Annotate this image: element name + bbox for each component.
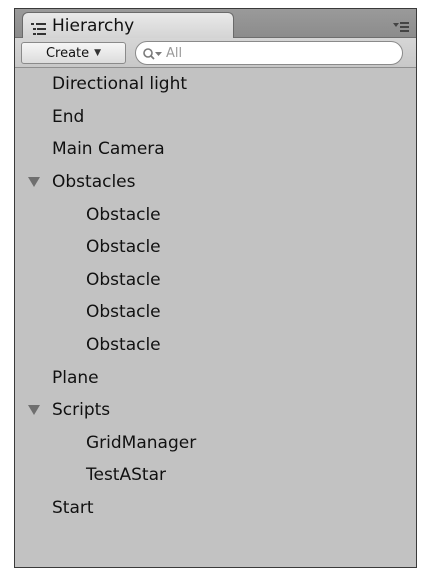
item-label: Scripts [52, 400, 111, 421]
list-item[interactable]: End [15, 101, 416, 134]
hierarchy-panel: Hierarchy Create ▼ All Directional light… [14, 8, 417, 568]
item-label: Obstacles [52, 172, 136, 193]
item-label: Main Camera [52, 139, 165, 160]
item-label: Obstacle [86, 269, 161, 290]
hierarchy-list: Directional light End Main Camera Obstac… [15, 68, 416, 524]
search-dropdown-icon[interactable] [142, 46, 164, 60]
tab-bar: Hierarchy [15, 9, 416, 39]
tab-hierarchy[interactable]: Hierarchy [22, 12, 234, 39]
list-item[interactable]: Directional light [15, 68, 416, 101]
list-item[interactable]: Scripts [15, 394, 416, 427]
expand-triangle-icon[interactable] [28, 176, 40, 187]
create-button[interactable]: Create ▼ [21, 42, 126, 64]
item-label: Obstacle [86, 237, 161, 258]
hierarchy-list-icon [31, 20, 46, 35]
item-label: Plane [52, 367, 99, 388]
tab-label: Hierarchy [52, 16, 135, 36]
list-item[interactable]: Obstacle [15, 329, 416, 362]
chevron-down-icon: ▼ [94, 48, 102, 58]
item-label: GridManager [86, 432, 197, 453]
panel-menu-icon[interactable] [393, 18, 409, 32]
list-item[interactable]: Obstacle [15, 198, 416, 231]
item-label: Obstacle [86, 302, 161, 323]
item-label: TestAStar [86, 465, 166, 486]
list-item[interactable]: GridManager [15, 427, 416, 460]
list-item[interactable]: Obstacle [15, 264, 416, 297]
create-button-label: Create [45, 45, 90, 61]
item-label: Obstacle [86, 204, 161, 225]
item-label: Obstacle [86, 335, 161, 356]
item-label: Start [52, 498, 94, 519]
list-item[interactable]: Obstacles [15, 166, 416, 199]
list-item[interactable]: Obstacle [15, 231, 416, 264]
item-label: End [52, 106, 85, 127]
list-item[interactable]: Start [15, 492, 416, 525]
search-field[interactable] [135, 41, 403, 65]
item-label: Directional light [52, 74, 188, 95]
list-item[interactable]: Obstacle [15, 296, 416, 329]
hierarchy-toolbar: Create ▼ [15, 38, 416, 68]
list-item[interactable]: Plane [15, 361, 416, 394]
search-input[interactable] [166, 45, 386, 61]
list-item[interactable]: TestAStar [15, 459, 416, 492]
list-item[interactable]: Main Camera [15, 133, 416, 166]
expand-triangle-icon[interactable] [28, 404, 40, 415]
